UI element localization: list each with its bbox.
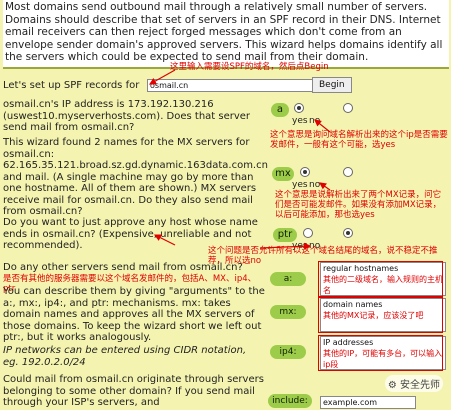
a-question: osmail.cn's IP address is 173.192.130.21… [3,99,251,133]
include-input[interactable]: example.com [320,396,416,409]
watermark: ⚙ 安全先师 [384,375,443,392]
mx-arg-pill: mx: [270,305,306,319]
spf-wizard-page: Most domains send outbound mail through … [0,0,451,410]
mx-arrow [319,182,331,191]
ptr-no-radio[interactable] [343,228,353,238]
mx-question: This wizard found 2 names for the MX ser… [3,137,268,217]
ptr-pill: ptr [273,228,297,242]
mx-note: 这个意思是说解析出来了两个MX记录，问它们是否可能发邮件。如果没有添加MX记录，… [275,190,442,220]
setup-note: 这里输入需要设SPF的域名，然后点Begin [170,62,329,72]
a-arg-pill: a: [270,272,306,286]
ip4-arg-redbox [318,335,443,371]
cidr-text: IP networks can be entered using CIDR no… [3,345,247,368]
ip4-arg-pill: ip4: [270,345,306,359]
mx-arg-redbox [318,297,443,333]
a-pill: a [271,103,289,117]
watermark-text: 安全先师 [400,380,440,391]
a-no-radio[interactable] [343,103,353,113]
include-pill: include: [268,394,312,408]
a-note: 这个意思是询问域名解析出来的这个ip是否需要发邮件，一般有这个可能，选yes [270,130,448,150]
mx-yes-label: yes [292,180,308,190]
begin-button[interactable]: Begin [312,77,352,93]
other-question: Do any other servers send mail from osma… [3,262,243,273]
other-description: You can describe them by giving "argumen… [3,286,265,343]
setup-label: Let's set up SPF records for [3,80,140,91]
a-arg-redbox [318,261,443,297]
a-no-label: no [309,116,321,126]
mx-no-label: no [309,180,321,190]
ptr-yes-radio[interactable] [303,228,313,238]
mx-yes-radio[interactable] [300,167,310,177]
a-yes-radio[interactable] [294,103,304,113]
mx-no-radio[interactable] [343,167,353,177]
watermark-icon: ⚙ [387,380,400,391]
intro-text: Most domains send outbound mail through … [3,0,449,69]
mx-pill: mx [272,167,294,181]
a-yes-label: yes [292,116,308,126]
include-question: Could mail from osmail.cn originate thro… [3,374,264,408]
domain-input[interactable]: osmail.cn [147,79,313,92]
